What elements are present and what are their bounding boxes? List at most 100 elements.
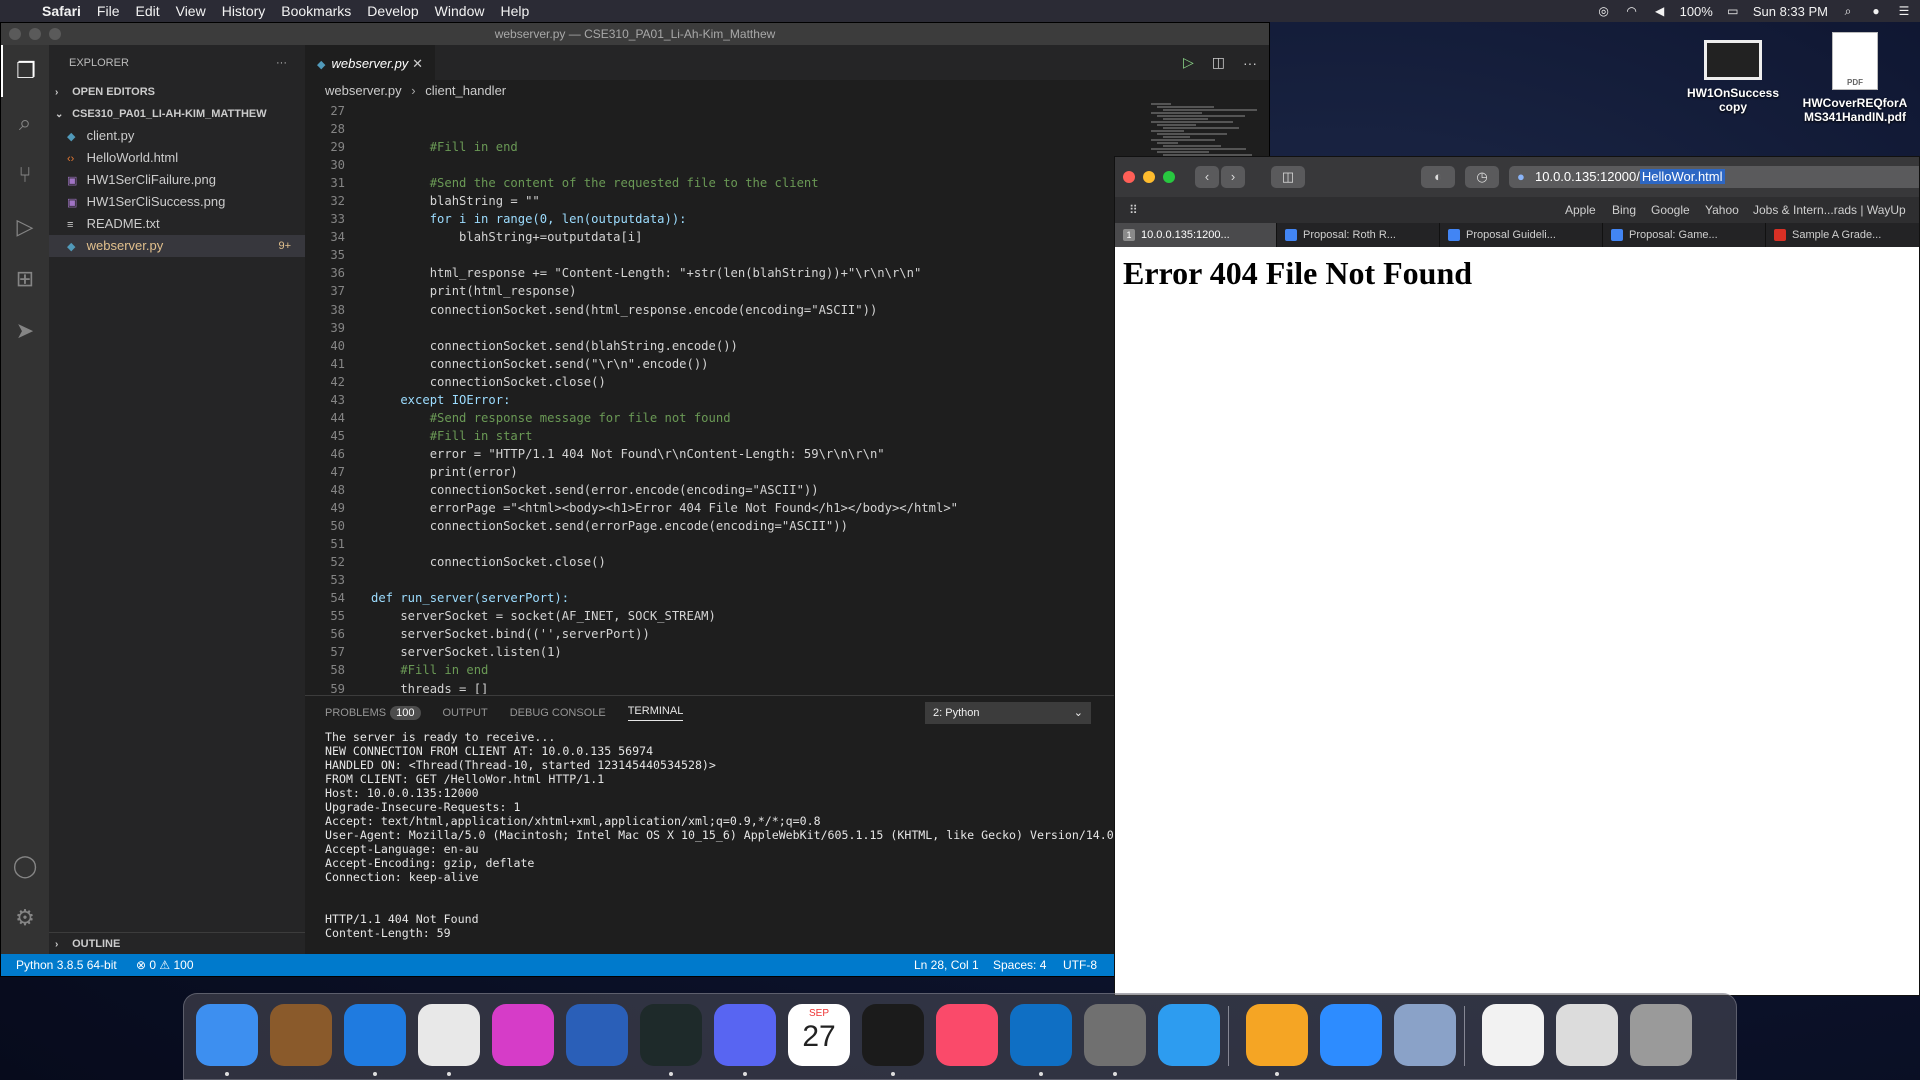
discord-icon[interactable] <box>714 1004 776 1066</box>
preview-icon[interactable] <box>1394 1004 1456 1066</box>
source-control-icon[interactable]: ⑂ <box>1 149 49 201</box>
breadcrumb-symbol[interactable]: client_handler <box>425 83 506 98</box>
more-actions-icon[interactable]: ··· <box>1243 55 1257 71</box>
menu-view[interactable]: View <box>168 3 214 19</box>
sidebar-toggle-icon[interactable]: ◫ <box>1271 166 1305 188</box>
outline-section[interactable]: › OUTLINE <box>49 932 305 954</box>
wifi-icon[interactable]: ◠ <box>1624 4 1640 18</box>
breadcrumb-file[interactable]: webserver.py <box>325 83 402 98</box>
file-item-webserver-py[interactable]: ◆ webserver.py 9+ <box>49 235 305 257</box>
desktop-icon-hwcover-pdf[interactable]: PDF HWCoverREQforA MS341HandIN.pdf <box>1795 32 1915 124</box>
flower-app-icon[interactable] <box>492 1004 554 1066</box>
minimize-window-icon[interactable] <box>1143 171 1155 183</box>
volume-icon[interactable]: ◀ <box>1652 4 1668 18</box>
menubar-clock[interactable]: Sun 8:33 PM <box>1753 4 1828 19</box>
notification-center-icon[interactable]: ☰ <box>1896 4 1912 18</box>
run-debug-icon[interactable]: ▷ <box>1 201 49 253</box>
pdf-doc-icon[interactable] <box>1482 1004 1544 1066</box>
menu-develop[interactable]: Develop <box>359 3 426 19</box>
more-actions-icon[interactable]: ··· <box>276 45 287 81</box>
battery-icon[interactable]: ▭ <box>1725 4 1741 18</box>
split-editor-icon[interactable]: ◫ <box>1212 54 1225 71</box>
zoom-window-icon[interactable] <box>49 28 61 40</box>
file-item-success-png[interactable]: ▣ HW1SerCliSuccess.png <box>49 191 305 213</box>
file-item-helloworld-html[interactable]: ‹› HelloWorld.html <box>49 147 305 169</box>
desktop-icon-hw1onsuccess[interactable]: HW1OnSuccess copy <box>1673 40 1793 114</box>
file-item-readme-txt[interactable]: ≡ README.txt <box>49 213 305 235</box>
zoom-icon[interactable] <box>1320 1004 1382 1066</box>
tab-proposal-roth[interactable]: Proposal: Roth R... <box>1277 223 1440 247</box>
indentation[interactable]: Spaces: 4 <box>993 954 1046 976</box>
account-icon[interactable]: ◯ <box>1 840 49 892</box>
privacy-shield-icon[interactable]: ◐ <box>1421 166 1455 188</box>
show-all-tabs-icon[interactable]: ⠿ <box>1129 197 1138 223</box>
menu-history[interactable]: History <box>214 3 274 19</box>
tab-sample-grade[interactable]: Sample A Grade... <box>1766 223 1919 247</box>
system-preferences-icon[interactable] <box>1084 1004 1146 1066</box>
terminal-select[interactable]: 2: Python ⌄ <box>925 702 1091 724</box>
minimize-window-icon[interactable] <box>29 28 41 40</box>
problems-summary[interactable]: ⊗ 0 ⚠ 100 <box>136 954 194 976</box>
menu-help[interactable]: Help <box>492 3 537 19</box>
file-item-failure-png[interactable]: ▣ HW1SerCliFailure.png <box>49 169 305 191</box>
chrome-icon[interactable] <box>418 1004 480 1066</box>
tab-proposal-game[interactable]: Proposal: Game... <box>1603 223 1766 247</box>
close-window-icon[interactable] <box>1123 171 1135 183</box>
live-share-icon[interactable]: ➤ <box>1 305 49 357</box>
terminal-icon[interactable] <box>862 1004 924 1066</box>
menu-app-name[interactable]: Safari <box>34 3 89 19</box>
favorite-apple[interactable]: Apple <box>1565 197 1596 223</box>
vscode-icon[interactable] <box>1010 1004 1072 1066</box>
tab-output[interactable]: OUTPUT <box>443 707 488 719</box>
trash-icon[interactable] <box>1630 1004 1692 1066</box>
history-clock-icon[interactable]: ◷ <box>1465 166 1499 188</box>
screenshot-icon[interactable] <box>1556 1004 1618 1066</box>
pages-icon[interactable] <box>1246 1004 1308 1066</box>
address-bar[interactable]: ● 10.0.0.135:12000/HelloWor.html <box>1509 166 1919 188</box>
finder-icon[interactable] <box>196 1004 258 1066</box>
menu-bookmarks[interactable]: Bookmarks <box>273 3 359 19</box>
tab-problems[interactable]: PROBLEMS 100 <box>325 706 421 720</box>
cursor-position[interactable]: Ln 28, Col 1 <box>914 954 979 976</box>
spotlight-search-icon[interactable]: ⌕ <box>1840 4 1856 18</box>
menu-file[interactable]: File <box>89 3 128 19</box>
file-item-client-py[interactable]: ◆ client.py <box>49 125 305 147</box>
favorite-bing[interactable]: Bing <box>1612 197 1636 223</box>
menu-window[interactable]: Window <box>427 3 493 19</box>
project-folder[interactable]: ⌄ CSE310_PA01_LI-AH-KIM_MATTHEW <box>49 103 305 125</box>
favorite-google[interactable]: Google <box>1651 197 1690 223</box>
tab-proposal-guidelines[interactable]: Proposal Guideli... <box>1440 223 1603 247</box>
run-file-icon[interactable]: ▷ <box>1183 54 1194 71</box>
vpn-icon[interactable]: ◎ <box>1596 4 1612 18</box>
forward-arrow-icon[interactable]: › <box>1221 166 1245 188</box>
calendar-icon[interactable]: SEP 27 <box>788 1004 850 1066</box>
pixelmator-icon[interactable] <box>566 1004 628 1066</box>
messages-icon[interactable] <box>1158 1004 1220 1066</box>
back-arrow-icon[interactable]: ‹ <box>1195 166 1219 188</box>
code-line[interactable]: 29 #Fill in end <box>305 138 1269 156</box>
itunes-icon[interactable] <box>936 1004 998 1066</box>
menu-edit[interactable]: Edit <box>127 3 167 19</box>
close-window-icon[interactable] <box>9 28 21 40</box>
code-line[interactable]: 28 <box>305 120 1269 138</box>
settings-gear-icon[interactable]: ⚙ <box>1 892 49 944</box>
python-interpreter[interactable]: Python 3.8.5 64-bit <box>16 954 117 976</box>
garageband-icon[interactable] <box>270 1004 332 1066</box>
explorer-files-icon[interactable]: ❐ <box>1 45 49 97</box>
close-tab-icon[interactable]: ✕ <box>412 46 423 81</box>
tab-terminal[interactable]: TERMINAL <box>627 705 684 721</box>
safari-icon[interactable] <box>344 1004 406 1066</box>
tab-debug-console[interactable]: DEBUG CONSOLE <box>510 707 606 719</box>
atom-icon[interactable] <box>640 1004 702 1066</box>
extensions-icon[interactable]: ⊞ <box>1 253 49 305</box>
search-icon[interactable]: ⌕ <box>1 97 49 149</box>
tab-webserver-py[interactable]: ◆ webserver.py ✕ <box>305 45 435 80</box>
battery-percent[interactable]: 100% <box>1680 4 1713 19</box>
siri-icon[interactable]: ● <box>1868 4 1884 18</box>
file-encoding[interactable]: UTF-8 <box>1063 954 1097 976</box>
favorite-wayup[interactable]: Jobs & Intern...rads | WayUp <box>1753 197 1906 223</box>
favorite-yahoo[interactable]: Yahoo <box>1705 197 1739 223</box>
open-editors-section[interactable]: › OPEN EDITORS <box>49 81 305 103</box>
code-line[interactable]: 27 <box>305 102 1269 120</box>
tab-localhost[interactable]: 1 10.0.0.135:1200... <box>1115 223 1277 247</box>
